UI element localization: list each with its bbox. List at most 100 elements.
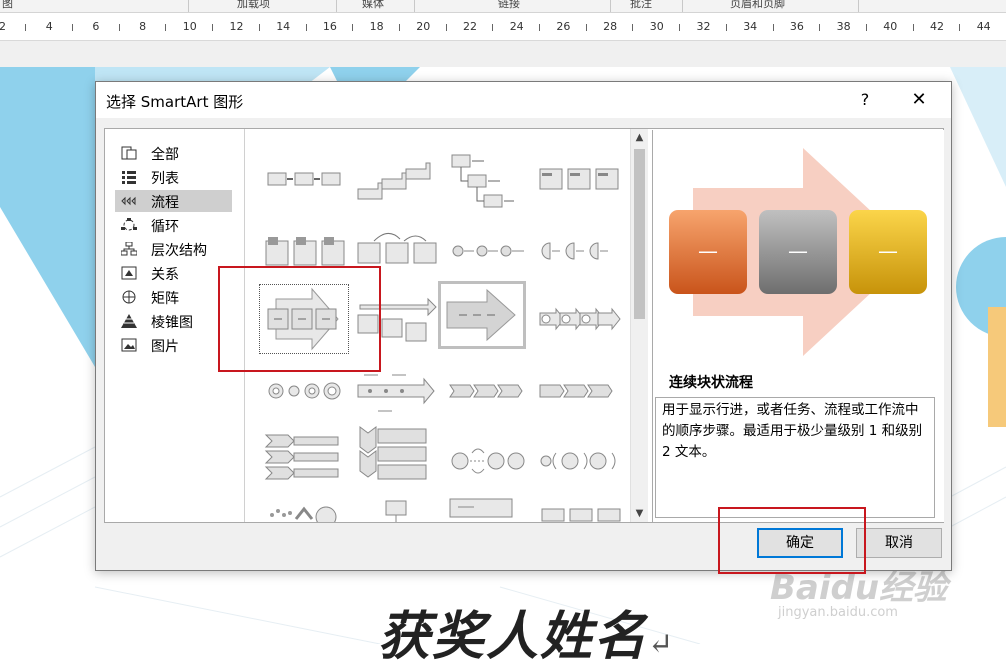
- ruler-number: 8: [139, 20, 147, 33]
- ruler-number: 42: [930, 20, 944, 33]
- ruler-number: 10: [182, 20, 197, 33]
- ruler-number: 28: [603, 20, 618, 33]
- layout-basic-process[interactable]: [260, 143, 348, 211]
- layout-chevron-list[interactable]: [260, 425, 348, 493]
- picture-icon: [121, 338, 137, 352]
- dialog-titlebar[interactable]: 选择 SmartArt 图形 ? ✕: [96, 82, 951, 118]
- ribbon-tab[interactable]: 链接: [498, 0, 520, 11]
- category-item-all[interactable]: 全部: [115, 142, 232, 164]
- cancel-button[interactable]: 取消: [856, 528, 942, 558]
- process-icon: [121, 196, 136, 206]
- ribbon-tab[interactable]: 加载项: [237, 0, 270, 11]
- category-item-relationship[interactable]: 关系: [115, 262, 232, 284]
- category-item-picture[interactable]: 图片: [115, 334, 232, 356]
- ruler-number: 2: [0, 20, 6, 33]
- ruler-number: 44: [976, 20, 991, 33]
- ribbon-tab[interactable]: 页眉和页脚: [730, 0, 785, 11]
- hierarchy-icon: [121, 242, 137, 256]
- ruler-tick: [352, 24, 354, 31]
- ruler-number: 40: [883, 20, 898, 33]
- layout-basic-chevron-process[interactable]: [444, 355, 532, 423]
- ribbon-tab[interactable]: 媒体: [362, 0, 384, 11]
- ribbon-tab[interactable]: 批注: [630, 0, 652, 11]
- ruler-number: 36: [789, 20, 804, 33]
- scroll-down-button[interactable]: ▼: [631, 505, 648, 522]
- ruler-tick: [25, 24, 27, 31]
- highlight-box-ok: [718, 507, 866, 574]
- document-heading: 获奖人姓名↵: [378, 606, 676, 667]
- layout-upward-arrow[interactable]: [536, 495, 624, 522]
- ruler-tick: [959, 24, 961, 31]
- relationship-icon: [121, 266, 137, 280]
- ruler-number: 12: [229, 20, 244, 33]
- scroll-up-button[interactable]: ▲: [631, 129, 648, 146]
- ruler-tick: [398, 24, 400, 31]
- ruler-tick: [912, 24, 914, 31]
- category-item-pyramid[interactable]: 棱锥图: [115, 310, 232, 332]
- close-icon: ✕: [911, 89, 927, 110]
- ruler-tick: [72, 24, 74, 31]
- ruler-number: 14: [276, 20, 291, 33]
- layout-process-bar[interactable]: [444, 495, 532, 522]
- category-item-cycle[interactable]: 循环: [115, 214, 232, 236]
- ruler-tick: [819, 24, 821, 31]
- dialog-title: 选择 SmartArt 图形: [106, 93, 244, 111]
- ruler-tick: [865, 24, 867, 31]
- layout-closed-chevron-process[interactable]: [536, 355, 624, 423]
- layout-gear-process[interactable]: [536, 425, 624, 493]
- ruler-tick: [679, 24, 681, 31]
- layout-process-arrows[interactable]: [438, 281, 526, 349]
- preview-block-1-label: —: [698, 239, 718, 263]
- ruler-number: 38: [836, 20, 851, 33]
- category-item-hierarchy[interactable]: 层次结构: [115, 238, 232, 260]
- chevron-down-icon: ▼: [635, 508, 644, 519]
- ruler-number: 6: [92, 20, 100, 33]
- ruler-tick: [212, 24, 214, 31]
- ruler-tick: [258, 24, 260, 31]
- ribbon-tab[interactable]: 图: [2, 0, 13, 11]
- ruler-number: 24: [509, 20, 524, 33]
- layout-half-circle-process[interactable]: [536, 215, 624, 283]
- layout-name: 连续块状流程: [669, 375, 753, 391]
- layout-repeating-bending-process[interactable]: [444, 425, 532, 493]
- layout-circle-arrow-process[interactable]: [536, 285, 624, 353]
- ruler-number: 30: [649, 20, 664, 33]
- layout-description: 用于显示行进，或者任务、流程或工作流中的顺序步骤。最适用于极少量级别 1 和级别…: [655, 397, 935, 518]
- preview-block-3-label: —: [878, 239, 898, 263]
- matrix-icon: [122, 290, 136, 304]
- ruler-tick: [445, 24, 447, 31]
- close-button[interactable]: ✕: [904, 88, 934, 112]
- layout-accent-process[interactable]: [536, 143, 624, 211]
- ruler-tick: [539, 24, 541, 31]
- layout-opposing-ideas[interactable]: [352, 495, 440, 522]
- ruler-number: 4: [45, 20, 53, 33]
- preview-block-2-label: —: [788, 239, 808, 263]
- ruler-number: 32: [696, 20, 711, 33]
- pyramid-icon: [121, 314, 137, 328]
- gallery-scrollbar[interactable]: ▲ ▼: [630, 129, 648, 522]
- layout-step-up-process[interactable]: [352, 143, 440, 211]
- watermark-brand: Baidu经验: [770, 568, 948, 608]
- ruler-number: 26: [556, 20, 571, 33]
- category-item-process[interactable]: 流程: [115, 190, 232, 212]
- document-gutter: [0, 41, 1006, 67]
- scroll-thumb[interactable]: [634, 149, 645, 319]
- layout-preview-image: — — —: [669, 148, 927, 356]
- preview-panel: — — — 连续块状流程 用于显示行进，或者任务、流程或工作流中的顺序步骤。最适…: [652, 130, 944, 522]
- ruler-number: 16: [322, 20, 337, 33]
- layout-equation-process[interactable]: [444, 215, 532, 283]
- layout-hierarchy-process[interactable]: [444, 143, 532, 211]
- chevron-up-icon: ▲: [635, 132, 644, 143]
- layout-random-to-result[interactable]: [260, 495, 348, 522]
- category-item-list[interactable]: 列表: [115, 166, 232, 188]
- ribbon-tab-strip: 图 加载项 媒体 链接 批注 页眉和页脚: [0, 0, 1006, 13]
- highlight-box-layout: [218, 266, 381, 372]
- horizontal-ruler[interactable]: 2468101214161820222426283032343638404244: [0, 13, 1006, 41]
- layout-vertical-chevron-list[interactable]: [352, 425, 440, 493]
- category-item-matrix[interactable]: 矩阵: [115, 286, 232, 308]
- ruler-number: 18: [369, 20, 384, 33]
- cycle-icon: [121, 218, 137, 231]
- help-button[interactable]: ?: [850, 88, 880, 112]
- ruler-number: 22: [463, 20, 477, 33]
- ruler-tick: [772, 24, 774, 31]
